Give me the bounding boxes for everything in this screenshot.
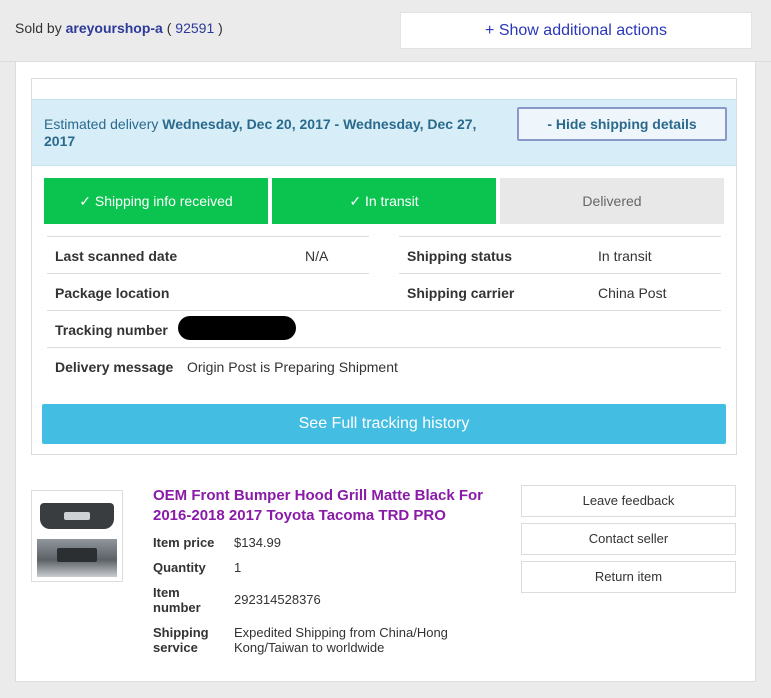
shipping-carrier-label: Shipping carrier (407, 285, 515, 301)
truck-image (37, 539, 117, 577)
sold-by-label: Sold by (15, 20, 62, 36)
divider (399, 273, 721, 274)
estimated-delivery-text: Estimated delivery Wednesday, Dec 20, 20… (44, 116, 494, 150)
last-scanned-label: Last scanned date (55, 248, 178, 264)
leave-feedback-button[interactable]: Leave feedback (521, 485, 736, 517)
show-additional-actions-button[interactable]: + Show additional actions (400, 12, 752, 49)
grill-image (40, 503, 114, 529)
shipping-carrier-value: China Post (598, 285, 667, 301)
shipping-status-label: Shipping status (407, 248, 512, 264)
see-full-tracking-history-button[interactable]: See Full tracking history (42, 404, 726, 444)
tracking-number-label: Tracking number (55, 322, 168, 338)
shipping-service-label: Shipping service (153, 625, 209, 655)
seller-feedback-score[interactable]: 92591 (175, 20, 214, 36)
divider (47, 347, 721, 348)
item-price-value: $134.99 (234, 535, 281, 550)
truck-grill (57, 548, 97, 562)
item-price-label: Item price (153, 535, 215, 550)
divider (399, 236, 721, 237)
last-scanned-value: N/A (305, 248, 329, 264)
item-number-value: 292314528376 (234, 592, 321, 607)
return-item-button[interactable]: Return item (521, 561, 736, 593)
divider (47, 310, 721, 311)
divider (47, 236, 369, 237)
item-number-label: Item number (153, 585, 201, 615)
contact-seller-button[interactable]: Contact seller (521, 523, 736, 555)
divider (47, 273, 369, 274)
quantity-value: 1 (234, 560, 242, 575)
hide-shipping-details-button[interactable]: - Hide shipping details (517, 107, 727, 141)
item-title-link[interactable]: OEM Front Bumper Hood Grill Matte Black … (153, 486, 513, 526)
quantity-label: Quantity (153, 560, 206, 575)
item-thumbnail[interactable] (31, 490, 123, 582)
delivery-message-label: Delivery message (55, 359, 174, 375)
redacted-tracking-number (178, 316, 296, 340)
estimated-delivery-label: Estimated delivery (44, 116, 159, 132)
brand-logo (64, 512, 90, 520)
step-delivered: Delivered (500, 178, 724, 224)
delivery-message-value: Origin Post is Preparing Shipment (187, 359, 398, 375)
package-location-label: Package location (55, 285, 170, 301)
seller-name-link[interactable]: areyourshop-a (66, 20, 163, 36)
shipping-service-value: Expedited Shipping from China/Hong Kong/… (234, 625, 448, 655)
step-shipping-info-received: ✓ Shipping info received (44, 178, 268, 224)
order-header: Sold by areyourshop-a ( 92591 ) + Show a… (0, 0, 771, 62)
estimated-delivery-bar: Estimated delivery Wednesday, Dec 20, 20… (32, 99, 736, 166)
step-in-transit: ✓ In transit (272, 178, 496, 224)
seller-info: Sold by areyourshop-a ( 92591 ) (15, 20, 223, 36)
feedback-close-paren: ) (218, 20, 223, 36)
shipping-status-value: In transit (598, 248, 652, 264)
